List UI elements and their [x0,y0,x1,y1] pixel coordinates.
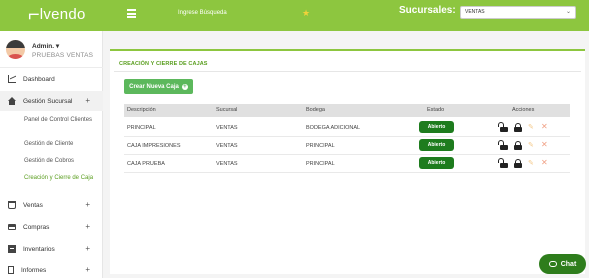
chat-bubble-icon [548,261,557,267]
user-role: PRUEBAS VENTAS [32,52,94,59]
sidebar: Admin. ▾ PRUEBAS VENTAS Dashboard Gestió… [0,31,103,278]
plus-icon: + [181,83,188,90]
sidebar-subitem-creacion-caja[interactable]: Creación y Cierre de Caja [24,174,98,182]
lock-icon[interactable] [514,141,522,150]
main-card: CREACIÓN Y CIERRE DE CAJAS Crear Nueva C… [110,49,585,274]
chat-button[interactable]: Chat [539,254,586,274]
estado-button[interactable]: Abierto [419,121,454,133]
lock-icon[interactable] [514,123,522,132]
logo[interactable]: ⌐ lvendo [28,5,86,25]
unlock-icon[interactable] [498,122,508,132]
top-bar: ⌐ lvendo Ingrese Búsqueda ★ Sucursales: … [0,0,589,31]
user-name[interactable]: Admin. ▾ [32,42,59,50]
search-input[interactable]: Ingrese Búsqueda [178,10,227,16]
sidebar-item-dashboard[interactable]: Dashboard [0,69,103,89]
cell-descripcion: CAJA PRUEBA [127,161,165,167]
lock-icon[interactable] [514,159,522,168]
table-header: Descripción Sucursal Bodega Estado Accio… [124,104,570,117]
new-caja-button[interactable]: Crear Nueva Caja + [124,79,193,94]
cell-bodega: BODEGA ADICIONAL [306,125,361,131]
archive-icon [8,245,16,253]
sucursales-label: Sucursales: [399,5,456,16]
estado-button[interactable]: Abierto [419,139,454,151]
edit-icon[interactable]: ✎ [528,123,534,131]
document-icon [8,266,14,274]
sidebar-item-compras[interactable]: Compras + [0,217,103,237]
unlock-icon[interactable] [498,158,508,168]
sidebar-item-informes[interactable]: Informes + [0,260,103,278]
sidebar-item-ventas[interactable]: Ventas + [0,195,103,215]
avatar[interactable] [6,40,25,59]
edit-icon[interactable]: ✎ [528,141,534,149]
expand-icon: + [85,96,90,105]
expand-icon: + [85,265,90,274]
notification-icon[interactable]: ★ [302,8,310,19]
sidebar-subitem-gestion-cliente[interactable]: Gestión de Cliente [24,140,98,148]
column-header[interactable]: Sucursal [216,107,237,113]
home-icon [8,97,16,105]
table-row: CAJA PRUEBA VENTAS PRINCIPAL Abierto ✎ ✕ [124,155,570,173]
edit-icon[interactable]: ✎ [528,159,534,167]
column-header[interactable]: Bodega [306,107,325,113]
estado-button[interactable]: Abierto [419,157,454,169]
column-header[interactable]: Descripción [127,107,156,113]
delete-icon[interactable]: ✕ [541,158,548,167]
cell-sucursal: VENTAS [216,143,238,149]
sucursal-select[interactable]: VENTAS ⌄ [460,6,576,19]
expand-icon: + [85,222,90,231]
sidebar-subitem-gestion-cobros[interactable]: Gestión de Cobros [24,157,98,165]
cell-descripcion: PRINCIPAL [127,125,156,131]
dashboard-icon [8,75,16,83]
table-row: CAJA IMPRESIONES VENTAS PRINCIPAL Abiert… [124,137,570,155]
cell-descripcion: CAJA IMPRESIONES [127,143,181,149]
cart-icon [8,201,16,209]
unlock-icon[interactable] [498,140,508,150]
column-header[interactable]: Acciones [512,107,534,113]
delete-icon[interactable]: ✕ [541,140,548,149]
logo-text: lvendo [39,6,86,23]
menu-toggle-icon[interactable] [127,9,136,18]
divider [114,71,581,72]
cell-sucursal: VENTAS [216,161,238,167]
divider [0,67,103,68]
sidebar-item-inventarios[interactable]: Inventarios + [0,239,103,259]
cell-bodega: PRINCIPAL [306,143,335,149]
sidebar-item-gestion-sucursal[interactable]: Gestión Sucursal + [0,91,103,111]
expand-icon: + [85,200,90,209]
expand-icon: + [85,244,90,253]
sucursal-select-value: VENTAS [465,9,485,15]
table-row: PRINCIPAL VENTAS BODEGA ADICIONAL Abiert… [124,119,570,137]
column-header[interactable]: Estado [427,107,444,113]
page-title: CREACIÓN Y CIERRE DE CAJAS [119,61,208,67]
logo-mark-icon: ⌐ [28,4,40,26]
credit-card-icon [8,224,16,230]
sidebar-subitem-panel-clientes[interactable]: Panel de Control Clientes [24,116,98,124]
cell-bodega: PRINCIPAL [306,161,335,167]
delete-icon[interactable]: ✕ [541,122,548,131]
cell-sucursal: VENTAS [216,125,238,131]
chevron-down-icon: ⌄ [565,9,571,15]
